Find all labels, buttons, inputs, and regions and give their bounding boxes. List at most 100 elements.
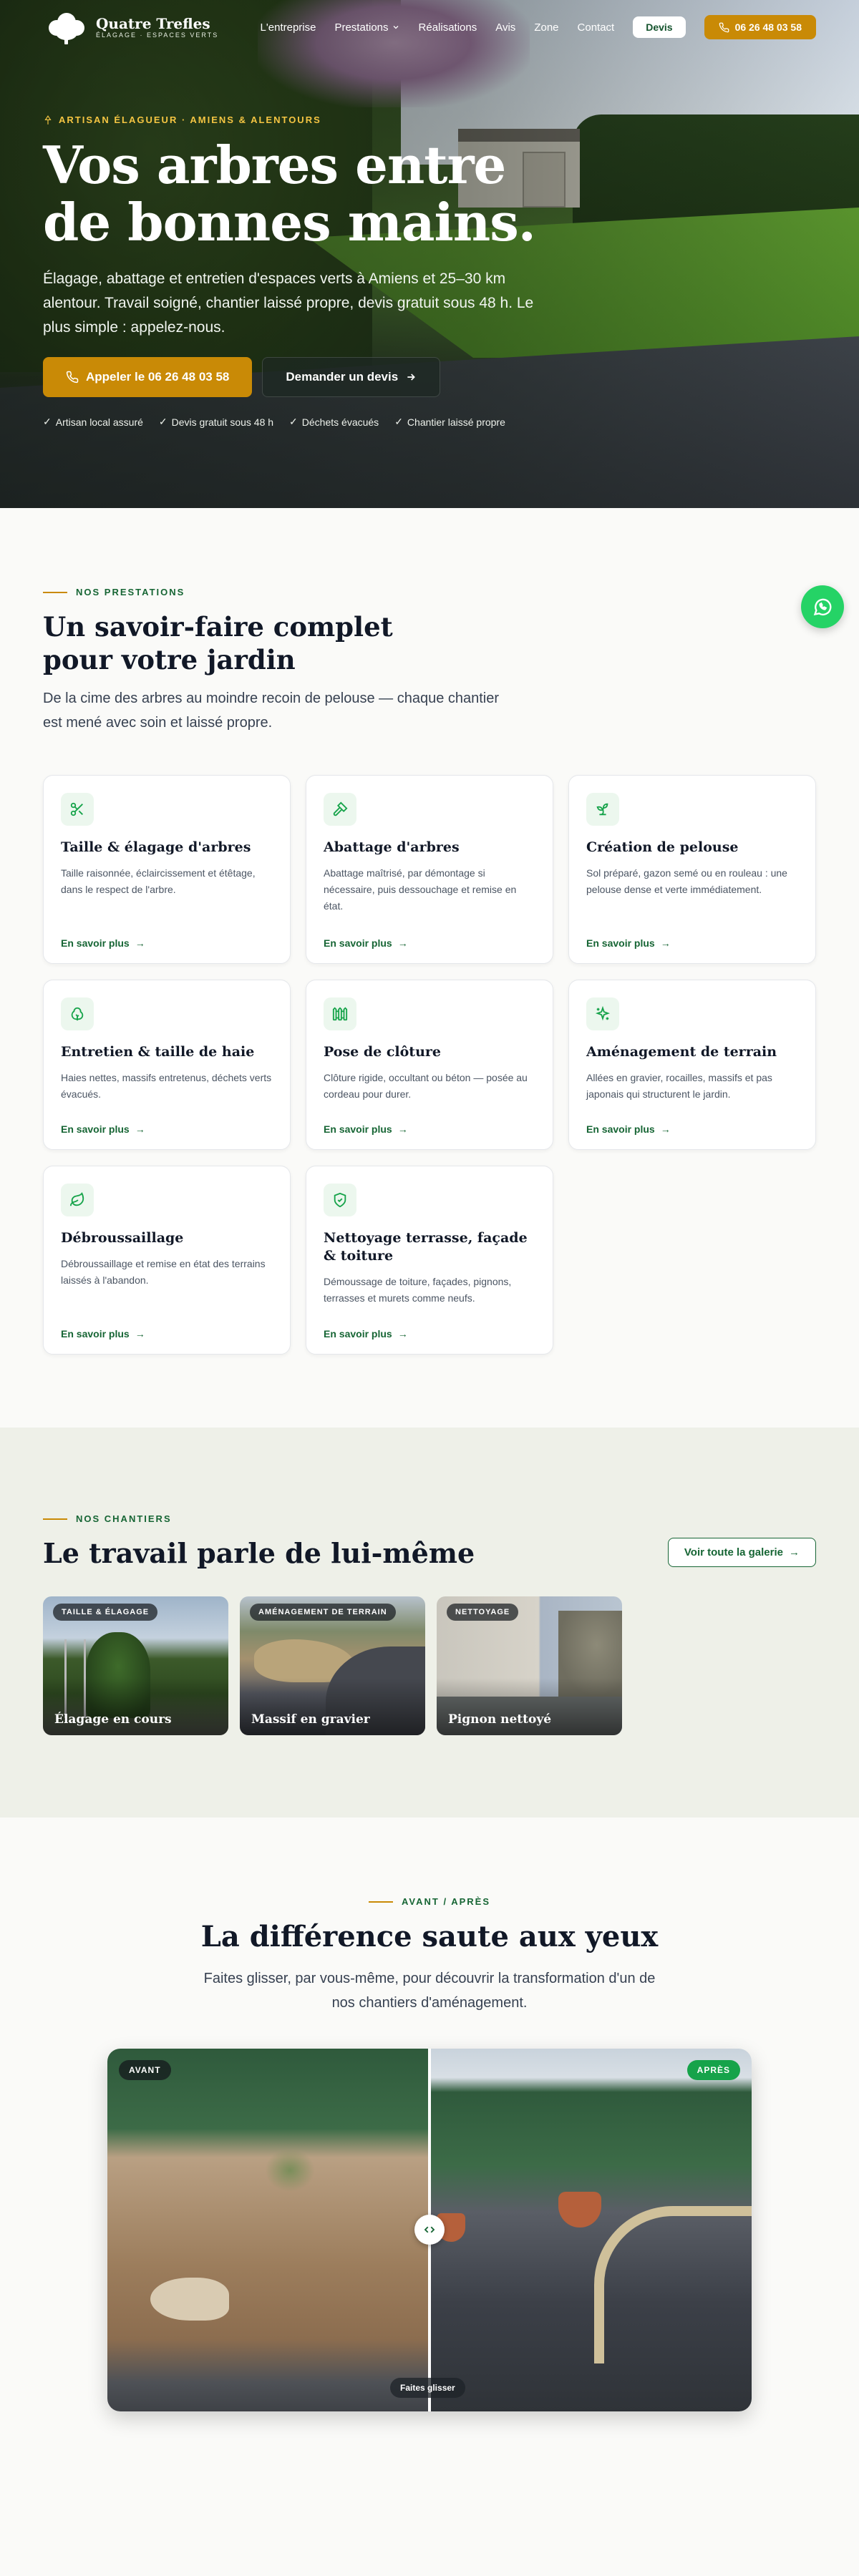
nav-item-zone[interactable]: Zone bbox=[534, 21, 558, 34]
hero-title: Vos arbres entre de bonnes mains. bbox=[43, 135, 536, 253]
hero-badges: ✓ Artisan local assuré ✓ Devis gratuit sou… bbox=[43, 416, 558, 428]
arrow-right-icon: → bbox=[660, 1123, 671, 1135]
service-card[interactable]: Création de pelouse Sol préparé, gazon s… bbox=[568, 775, 816, 964]
badge: ✓ Artisan local assuré bbox=[43, 416, 143, 428]
arrow-right-icon: → bbox=[135, 1123, 145, 1135]
before-after-section: AVANT / APRÈS La différence saute aux ye… bbox=[0, 1896, 859, 2015]
service-title: Abattage d'arbres bbox=[324, 839, 460, 855]
service-card[interactable]: Abattage d'arbres Abattage maîtrisé, par… bbox=[306, 775, 553, 964]
service-title: Pose de clôture bbox=[324, 1044, 441, 1060]
nav-item-label: Prestations bbox=[334, 21, 389, 34]
arrow-right-icon: → bbox=[397, 937, 408, 949]
nav-item-prestations[interactable]: Prestations bbox=[334, 21, 399, 34]
arrow-right-icon: → bbox=[135, 1328, 145, 1340]
photo-list: TAILLE & ÉLAGAGE Élagage en cours AMÉNAG… bbox=[43, 1596, 816, 1735]
service-card[interactable]: Entretien & taille de haie Haies nettes,… bbox=[43, 980, 291, 1150]
service-title: Débroussaillage bbox=[61, 1230, 184, 1246]
check-icon: ✓ bbox=[289, 416, 298, 427]
hero-eyebrow: ARTISAN ÉLAGUEUR · AMIENS & ALENTOURS bbox=[43, 114, 558, 125]
quote-button[interactable]: Demander un devis bbox=[262, 357, 441, 397]
services-title: Un savoir-faire complet pour votre jardi… bbox=[43, 611, 393, 675]
badge: ✓ Chantier laissé propre bbox=[394, 416, 505, 428]
devis-button[interactable]: Devis bbox=[633, 16, 686, 38]
arrow-right-icon: → bbox=[660, 937, 671, 949]
brand[interactable]: Quatre Trefles ÉLAGAGE · ESPACES VERTS bbox=[43, 10, 218, 44]
learn-more-link[interactable]: En savoir plus → bbox=[324, 924, 535, 949]
check-icon: ✓ bbox=[43, 416, 52, 427]
service-title: Aménagement de terrain bbox=[586, 1044, 777, 1060]
learn-more-link[interactable]: En savoir plus → bbox=[586, 924, 798, 949]
service-description: Sol préparé, gazon semé ou en rouleau : … bbox=[586, 867, 787, 895]
nav-item-avis[interactable]: Avis bbox=[495, 21, 515, 34]
sparkles-icon bbox=[586, 997, 619, 1030]
badge: ✓ Devis gratuit sous 48 h bbox=[158, 416, 274, 428]
check-icon: ✓ bbox=[394, 416, 403, 427]
hero-content: ARTISAN ÉLAGUEUR · AMIENS & ALENTOURS Vo… bbox=[43, 114, 558, 428]
nav-item-contact[interactable]: Contact bbox=[578, 21, 615, 34]
call-button[interactable]: Appeler le 06 26 48 03 58 bbox=[43, 357, 253, 397]
check-icon: ✓ bbox=[158, 416, 168, 427]
before-after-slider[interactable]: AVANT APRÈS Faites glisser bbox=[107, 2049, 752, 2411]
services-description: De la cime des arbres au moindre recoin … bbox=[43, 691, 500, 731]
brand-tagline: ÉLAGAGE · ESPACES VERTS bbox=[96, 31, 219, 39]
before-after-title: La différence saute aux yeux bbox=[200, 1920, 659, 1953]
service-title: Création de pelouse bbox=[586, 839, 739, 855]
shrub-icon bbox=[61, 997, 94, 1030]
services-section: NOS PRESTATIONS Un savoir-faire complet … bbox=[43, 587, 816, 1355]
badge: ✓ Déchets évacués bbox=[289, 416, 379, 428]
service-description: Clôture rigide, occultant ou béton — pos… bbox=[324, 1072, 528, 1100]
leaf-icon bbox=[61, 1184, 94, 1216]
section-label: NOS CHANTIERS bbox=[43, 1513, 816, 1524]
section-label: AVANT / APRÈS bbox=[0, 1896, 859, 1907]
photo-card[interactable]: NETTOYAGE Pignon nettoyé bbox=[437, 1596, 622, 1735]
phone-icon bbox=[66, 371, 79, 384]
drag-hint: Faites glisser bbox=[390, 2378, 465, 2398]
after-tag: APRÈS bbox=[686, 2060, 740, 2080]
service-description: Démoussage de toiture, façades, pignons,… bbox=[324, 1276, 512, 1304]
service-card[interactable]: Débroussaillage Débroussaillage et remis… bbox=[43, 1166, 291, 1355]
service-card[interactable]: Nettoyage terrasse, façade & toiture Dém… bbox=[306, 1166, 553, 1355]
main-nav: Quatre Trefles ÉLAGAGE · ESPACES VERTS L… bbox=[43, 9, 816, 46]
page: Quatre Trefles ÉLAGAGE · ESPACES VERTS L… bbox=[0, 0, 859, 2576]
phone-icon bbox=[719, 22, 729, 32]
chevron-down-icon bbox=[393, 26, 398, 29]
service-card[interactable]: Taille & élagage d'arbres Taille raisonn… bbox=[43, 775, 291, 964]
service-title: Entretien & taille de haie bbox=[61, 1044, 255, 1060]
chevrons-left-right-icon bbox=[424, 2226, 435, 2233]
service-title: Taille & élagage d'arbres bbox=[61, 839, 251, 855]
photo-tag: TAILLE & ÉLAGAGE bbox=[53, 1604, 158, 1621]
learn-more-link[interactable]: En savoir plus → bbox=[324, 1315, 535, 1340]
phone-button[interactable]: 06 26 48 03 58 bbox=[704, 15, 816, 39]
photo-card[interactable]: TAILLE & ÉLAGAGE Élagage en cours bbox=[43, 1596, 228, 1735]
arrow-right-icon bbox=[407, 374, 416, 381]
photo-tag: NETTOYAGE bbox=[447, 1604, 519, 1621]
hero-description: Élagage, abattage et entretien d'espaces… bbox=[43, 270, 534, 336]
service-card[interactable]: Aménagement de terrain Allées en gravier… bbox=[568, 980, 816, 1150]
photo-caption: Massif en gravier bbox=[251, 1712, 370, 1727]
shield-check-icon bbox=[324, 1184, 356, 1216]
service-card[interactable]: Pose de clôture Clôture rigide, occultan… bbox=[306, 980, 553, 1150]
learn-more-link[interactable]: En savoir plus → bbox=[586, 1111, 798, 1135]
gallery-button[interactable]: Voir toute la galerie → bbox=[667, 1538, 816, 1567]
nav-item-entreprise[interactable]: L'entreprise bbox=[261, 21, 316, 34]
arrow-right-icon: → bbox=[789, 1546, 800, 1558]
slider-handle[interactable] bbox=[414, 2215, 445, 2245]
arrow-right-icon: → bbox=[135, 937, 145, 949]
sprout-icon bbox=[586, 793, 619, 826]
hammer-icon bbox=[324, 793, 356, 826]
learn-more-link[interactable]: En savoir plus → bbox=[61, 924, 273, 949]
learn-more-link[interactable]: En savoir plus → bbox=[324, 1111, 535, 1135]
arrow-right-icon: → bbox=[397, 1123, 408, 1135]
scissors-icon bbox=[61, 793, 94, 826]
service-description: Allées en gravier, rocailles, massifs et… bbox=[586, 1072, 772, 1100]
fence-icon bbox=[324, 997, 356, 1030]
learn-more-link[interactable]: En savoir plus → bbox=[61, 1315, 273, 1340]
arrow-right-icon: → bbox=[397, 1328, 408, 1340]
photo-caption: Élagage en cours bbox=[54, 1712, 172, 1727]
nav-item-realisations[interactable]: Réalisations bbox=[419, 21, 477, 34]
services-grid: Taille & élagage d'arbres Taille raisonn… bbox=[43, 775, 816, 1355]
learn-more-link[interactable]: En savoir plus → bbox=[61, 1111, 273, 1135]
tree-icon bbox=[44, 114, 52, 125]
photo-caption: Pignon nettoyé bbox=[448, 1712, 552, 1727]
photo-card[interactable]: AMÉNAGEMENT DE TERRAIN Massif en gravier bbox=[240, 1596, 425, 1735]
